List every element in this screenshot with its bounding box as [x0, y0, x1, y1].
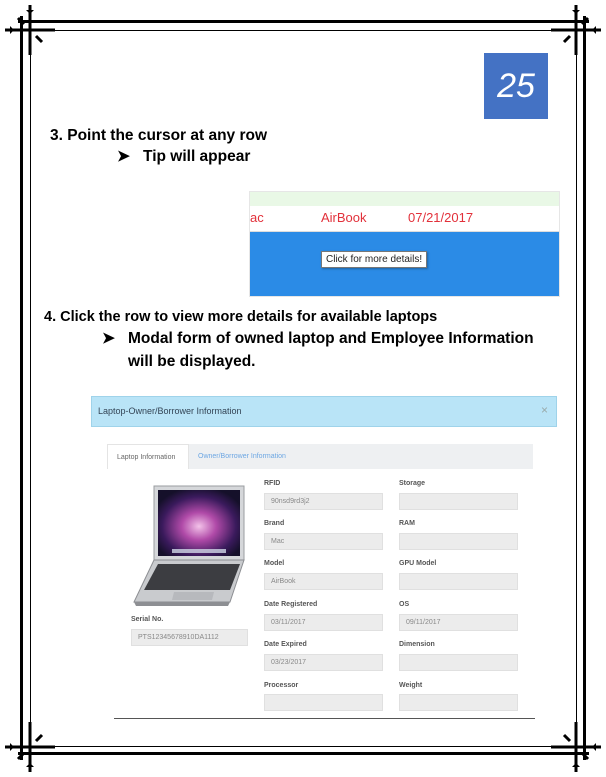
row-cell-date: 07/21/2017	[408, 210, 474, 225]
field-label-brand: Brand	[264, 520, 285, 527]
step4-bullet: ➤ Modal form of owned laptop and Employee…	[102, 329, 534, 349]
close-icon[interactable]: ×	[541, 403, 548, 417]
corner-ornament-top-right	[551, 5, 601, 55]
step4-bullet-line1: Modal form of owned laptop and Employee …	[128, 330, 534, 347]
modal-bottom-divider	[114, 718, 535, 719]
weight-field[interactable]	[399, 694, 518, 711]
dimension-field[interactable]	[399, 654, 518, 671]
field-label-date-expired: Date Expired	[264, 641, 307, 648]
step3-tip: ➤ Tip will appear	[117, 147, 250, 167]
step4-title: 4. Click the row to view more details fo…	[44, 309, 438, 325]
gpu-model-field[interactable]	[399, 573, 518, 590]
modal-title: Laptop-Owner/Borrower Information	[98, 406, 242, 416]
field-label-rfid: RFID	[264, 480, 281, 487]
arrow-bullet-icon: ➤	[102, 330, 115, 347]
tab-owner-borrower-information[interactable]: Owner/Borrower Information	[189, 444, 533, 469]
date-expired-field[interactable]: 03/23/2017	[264, 654, 383, 671]
rfid-field[interactable]: 90nsd9rd3j2	[264, 493, 383, 510]
row-cell-brand: ac	[250, 210, 264, 225]
step4-bullet-line2: will be displayed.	[128, 353, 256, 370]
processor-field[interactable]	[264, 694, 383, 711]
field-label-date-registered: Date Registered	[264, 601, 318, 608]
step3-tip-text: Tip will appear	[143, 148, 251, 165]
row-tooltip: Click for more details!	[321, 251, 428, 268]
table-header-band	[250, 192, 559, 206]
ram-field[interactable]	[399, 533, 518, 550]
arrow-bullet-icon: ➤	[117, 148, 130, 165]
modal-tabs: Laptop Information Owner/Borrower Inform…	[107, 444, 533, 469]
modal-screenshot: Laptop-Owner/Borrower Information × Lapt…	[91, 396, 557, 716]
model-field[interactable]: AirBook	[264, 573, 383, 590]
step3-title: 3. Point the cursor at any row	[50, 127, 268, 144]
os-field[interactable]: 09/11/2017	[399, 614, 518, 631]
date-registered-field[interactable]: 03/11/2017	[264, 614, 383, 631]
brand-field[interactable]: Mac	[264, 533, 383, 550]
field-label-dimension: Dimension	[399, 641, 435, 648]
storage-field[interactable]	[399, 493, 518, 510]
corner-ornament-bottom-right	[551, 722, 601, 772]
field-label-gpu-model: GPU Model	[399, 560, 437, 567]
page-number-badge: 25	[484, 53, 548, 119]
row-cell-model: AirBook	[321, 210, 367, 225]
corner-ornament-top-left	[5, 5, 55, 55]
tab-laptop-information[interactable]: Laptop Information	[107, 444, 189, 469]
table-row[interactable]	[250, 206, 559, 232]
field-label-model: Model	[264, 560, 285, 567]
laptop-image	[133, 485, 245, 606]
field-label-processor: Processor	[264, 682, 299, 689]
field-label-storage: Storage	[399, 480, 426, 487]
field-label-weight: Weight	[399, 682, 423, 689]
corner-ornament-bottom-left	[5, 722, 55, 772]
modal-header: Laptop-Owner/Borrower Information ×	[91, 396, 557, 427]
serial-field[interactable]: PTS12345678910DA1112	[131, 629, 248, 646]
serial-label: Serial No.	[131, 616, 164, 623]
field-label-os: OS	[399, 601, 410, 608]
row-hover-screenshot: ac AirBook 07/21/2017 Click for more det…	[249, 191, 560, 297]
field-label-ram: RAM	[399, 520, 415, 527]
